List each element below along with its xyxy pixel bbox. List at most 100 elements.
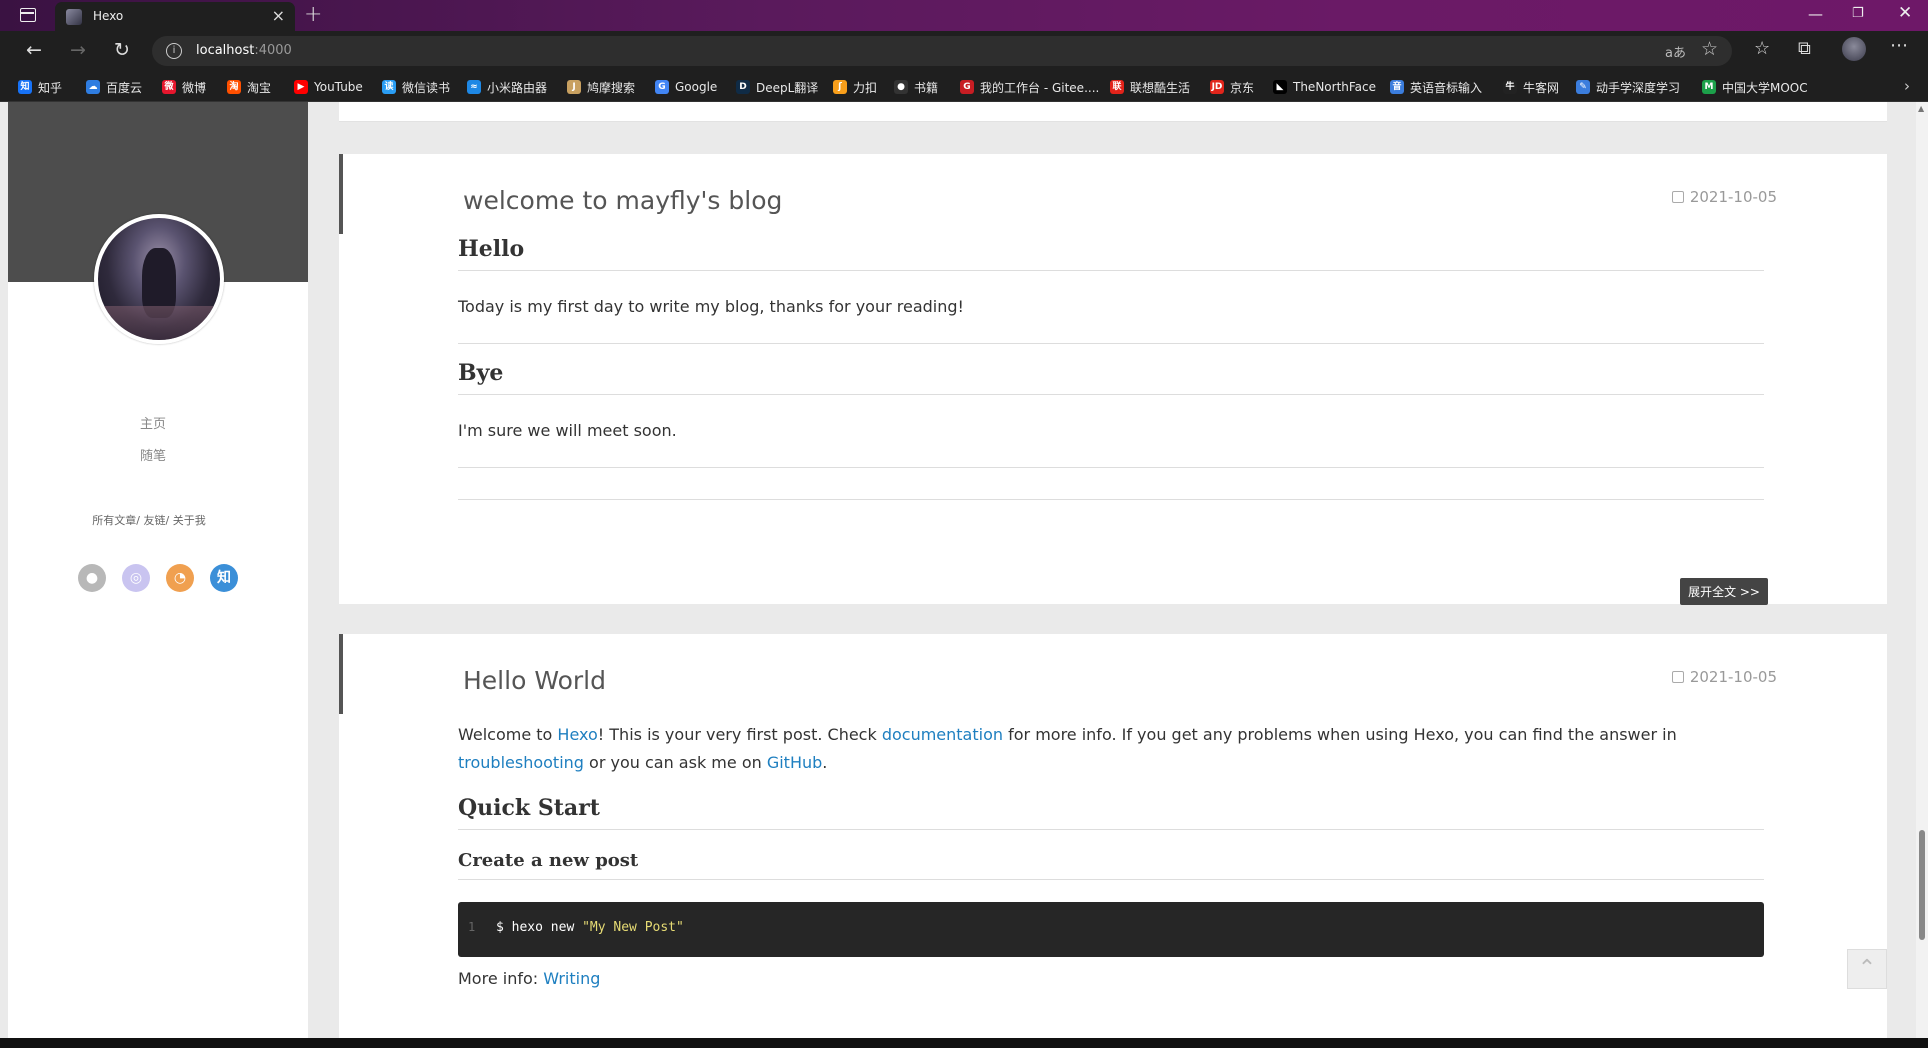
nav-essays[interactable]: 随笔 bbox=[8, 445, 308, 464]
link-documentation[interactable]: documentation bbox=[882, 725, 1003, 744]
tab-actions-icon[interactable] bbox=[20, 8, 36, 22]
bookmark-item[interactable]: G 我的工作台 - Gitee.... bbox=[960, 79, 1099, 95]
scroll-to-top-button[interactable]: ⌃ bbox=[1847, 949, 1887, 989]
gitee-icon: G bbox=[960, 80, 974, 94]
bookmarks-overflow-icon[interactable]: › bbox=[1904, 77, 1910, 95]
deepl-icon: D bbox=[736, 80, 750, 94]
bookmark-label: 中国大学MOOC bbox=[1722, 80, 1808, 95]
nav-home[interactable]: 主页 bbox=[8, 413, 308, 432]
site-info-icon[interactable]: i bbox=[166, 43, 182, 59]
wifi-icon: ≈ bbox=[467, 80, 481, 94]
profile-avatar[interactable] bbox=[1842, 37, 1866, 61]
tab-close-icon[interactable]: × bbox=[272, 6, 285, 25]
new-tab-icon[interactable]: + bbox=[304, 2, 322, 27]
bookmark-label: 知乎 bbox=[38, 80, 63, 95]
calendar-icon bbox=[1671, 191, 1684, 203]
d2l-icon: ✎ bbox=[1576, 80, 1590, 94]
minimize-icon[interactable]: — bbox=[1808, 5, 1823, 23]
heading-hello: Hello bbox=[458, 236, 1764, 271]
bookmark-item[interactable]: 牛牛客网 bbox=[1503, 79, 1559, 95]
scrollbar-thumb[interactable] bbox=[1919, 830, 1925, 940]
bookmark-item[interactable]: J 鸠摩搜索 bbox=[567, 79, 635, 95]
restore-icon[interactable]: ❐ bbox=[1852, 6, 1864, 21]
article-footer-divider bbox=[458, 499, 1764, 500]
jiumo-icon: J bbox=[567, 80, 581, 94]
refresh-icon[interactable]: ↻ bbox=[114, 39, 130, 61]
bookmark-label: Google bbox=[675, 80, 718, 94]
bookmark-label: 微博 bbox=[182, 80, 207, 95]
taobao-icon: 淘 bbox=[227, 80, 241, 94]
post-body: Hello Today is my first day to write my … bbox=[458, 236, 1764, 500]
address-bar[interactable]: i localhost:4000 aあ ☆ bbox=[152, 36, 1732, 66]
read-aloud-icon[interactable]: aあ bbox=[1665, 42, 1686, 61]
author-avatar[interactable] bbox=[94, 214, 224, 344]
favorites-icon[interactable]: ☆ bbox=[1754, 38, 1770, 59]
heading-quick-start: Quick Start bbox=[458, 795, 1764, 830]
code-line: $ hexo new "My New Post" bbox=[496, 920, 684, 935]
add-favorite-icon[interactable]: ☆ bbox=[1701, 38, 1718, 60]
page-scrollbar[interactable]: ▲ bbox=[1916, 102, 1928, 1038]
bookmark-item[interactable]: JD 京东 bbox=[1210, 79, 1254, 95]
divider bbox=[458, 343, 1764, 344]
back-icon[interactable]: ← bbox=[26, 39, 42, 61]
github-icon[interactable]: ● bbox=[78, 564, 106, 592]
page-viewport: 主页 随笔 所有文章/ 友链/ 关于我 ● ◎ ◔ 知 welcome to mayf… bbox=[0, 102, 1928, 1038]
bookmark-item[interactable]: 知知乎 bbox=[18, 79, 62, 95]
post-accent-bar bbox=[339, 154, 343, 234]
tab-hexo[interactable]: Hexo × bbox=[55, 2, 295, 31]
bookmark-item[interactable]: ☁ 百度云 bbox=[86, 79, 142, 95]
bookmark-item[interactable]: 音英语音标输入 bbox=[1390, 79, 1482, 95]
weibo-icon: 微 bbox=[162, 80, 176, 94]
bookmark-item[interactable]: 淘淘宝 bbox=[227, 79, 271, 95]
more-menu-icon[interactable]: ⋯ bbox=[1890, 35, 1908, 56]
bookmark-label: 我的工作台 - Gitee.... bbox=[980, 80, 1100, 95]
link-writing[interactable]: Writing bbox=[543, 969, 600, 988]
paragraph-more-info: More info: Writing bbox=[458, 969, 601, 988]
bookmark-label: DeepL翻译 bbox=[756, 80, 819, 95]
bookmark-item[interactable]: ✎ 动手学深度学习 bbox=[1576, 79, 1680, 95]
weread-icon: 读 bbox=[382, 80, 396, 94]
northface-icon: ◣ bbox=[1273, 80, 1287, 94]
forward-icon[interactable]: → bbox=[70, 39, 86, 61]
close-window-icon[interactable]: ✕ bbox=[1898, 3, 1912, 23]
bookmark-label: TheNorthFace bbox=[1293, 80, 1377, 94]
mooc-icon: M bbox=[1702, 80, 1716, 94]
bookmark-item[interactable]: 联联想酷生活 bbox=[1110, 79, 1190, 95]
baidu-cloud-icon: ☁ bbox=[86, 80, 100, 94]
rss-icon[interactable]: ◔ bbox=[166, 564, 194, 592]
post-title[interactable]: Hello World bbox=[463, 666, 606, 695]
bookmark-item[interactable]: M 中国大学MOOC bbox=[1702, 79, 1808, 95]
link-github[interactable]: GitHub bbox=[767, 753, 822, 772]
sidebar-sub-links[interactable]: 所有文章/ 友链/ 关于我 bbox=[8, 512, 308, 528]
calendar-icon bbox=[1671, 671, 1684, 683]
bookmark-item[interactable]: ≈ 小米路由器 bbox=[467, 79, 547, 95]
bookmark-item[interactable]: ● 书籍 bbox=[894, 79, 938, 95]
bookmarks-bar: 知知乎 ☁ 百度云 微微博 淘淘宝 ▶ YouTube 读微信读书 ≈ 小米路由器 J 鸠摩搜索 G Go… bbox=[0, 71, 1928, 102]
zhihu-icon[interactable]: 知 bbox=[210, 564, 238, 592]
read-more-button[interactable]: 展开全文 >> bbox=[1680, 578, 1768, 605]
bookmark-item[interactable]: 读微信读书 bbox=[382, 79, 450, 95]
bookmark-item[interactable]: ◣ TheNorthFace bbox=[1273, 79, 1376, 95]
weibo-icon[interactable]: ◎ bbox=[122, 564, 150, 592]
scroll-up-arrow-icon[interactable]: ▲ bbox=[1918, 104, 1924, 113]
bookmark-label: 牛客网 bbox=[1523, 80, 1560, 95]
bookmark-label: 联想酷生活 bbox=[1130, 80, 1191, 95]
previous-post-card bbox=[339, 102, 1887, 122]
bookmark-label: 京东 bbox=[1230, 80, 1255, 95]
bookmark-item[interactable]: G Google bbox=[655, 79, 717, 95]
post-date: 2021-10-05 bbox=[1671, 188, 1777, 206]
collections-icon[interactable]: ⧉ bbox=[1798, 38, 1811, 59]
post-title[interactable]: welcome to mayfly's blog bbox=[463, 186, 782, 215]
bookmark-item[interactable]: ʃ 力扣 bbox=[833, 79, 877, 95]
bookmark-label: 百度云 bbox=[106, 80, 143, 95]
url-text[interactable]: localhost:4000 bbox=[196, 43, 292, 58]
link-hexo[interactable]: Hexo bbox=[557, 725, 597, 744]
bookmark-label: 鸠摩搜索 bbox=[587, 80, 636, 95]
bookmark-item[interactable]: ▶ YouTube bbox=[294, 79, 363, 95]
bookmark-item[interactable]: 微微博 bbox=[162, 79, 206, 95]
heading-bye: Bye bbox=[458, 360, 1764, 395]
link-troubleshooting[interactable]: troubleshooting bbox=[458, 753, 584, 772]
paragraph-hello: Today is my first day to write my blog, … bbox=[458, 297, 964, 316]
bookmark-item[interactable]: D DeepL翻译 bbox=[736, 79, 818, 95]
code-line-number: 1 bbox=[468, 920, 476, 934]
